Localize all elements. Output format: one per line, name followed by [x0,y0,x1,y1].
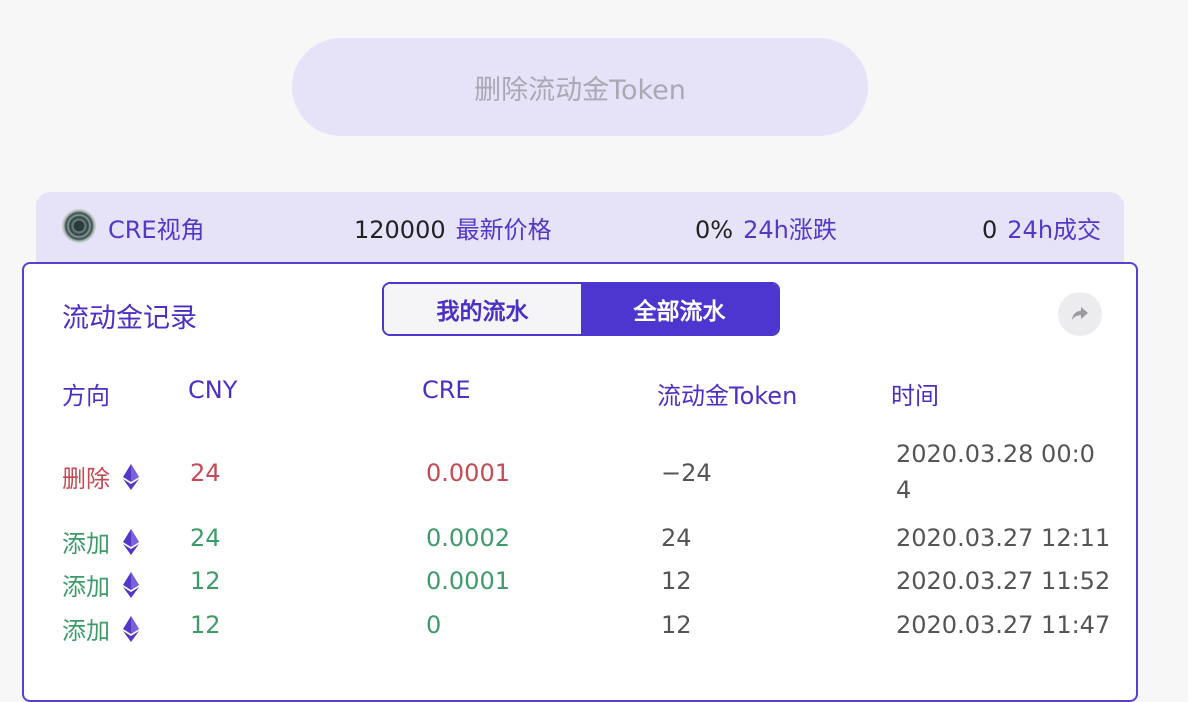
ethereum-icon [123,463,139,490]
column-direction: 方向 [62,382,110,410]
latest-price-value: 120000 [354,216,446,244]
row-token: 12 [661,611,692,639]
ethereum-icon [123,615,139,642]
row-time: 2020.03.27 11:47 [896,611,1111,639]
remove-liquidity-token-button[interactable]: 删除流动金Token [292,38,868,136]
change-24h-label: 24h涨跌 [743,216,837,244]
records-filter-toggle: 我的流水 全部流水 [382,282,780,336]
row-token: 24 [661,524,692,552]
row-cny: 12 [190,611,221,639]
row-cny: 12 [190,567,221,595]
volume-24h-value: 0 [982,216,998,244]
coin-logo [62,209,96,243]
direction-label: 添加 [62,530,110,558]
volume-24h-label: 24h成交 [1007,216,1102,244]
column-time: 时间 [891,382,939,410]
change-24h-value: 0% [695,216,734,244]
card-title: 流动金记录 [62,303,197,334]
market-stats-bar: CRE视角 120000 最新价格 0% 24h涨跌 0 24h成交 [36,192,1124,266]
column-token: 流动金Token [657,382,798,410]
share-arrow-icon [1072,307,1088,320]
column-cny: CNY [188,376,238,404]
change-24h: 0% 24h涨跌 [695,210,837,245]
direction-label: 添加 [62,617,110,645]
table-row-direction: 添加 [62,524,140,559]
row-token: −24 [661,459,712,487]
row-cny: 24 [190,459,221,487]
direction-label: 添加 [62,573,110,601]
share-button[interactable] [1058,292,1102,336]
coin-name[interactable]: CRE视角 [108,210,205,245]
column-cre: CRE [422,376,471,404]
row-cre: 0.0001 [426,459,510,487]
liquidity-records-card: 流动金记录 我的流水 全部流水 方向 CNY CRE 流动金Token 时间 删… [22,262,1138,702]
row-cre: 0.0002 [426,524,510,552]
table-row-direction: 添加 [62,611,140,646]
ethereum-icon [123,571,139,598]
row-time: 2020.03.27 11:52 [896,567,1111,595]
row-cny: 24 [190,524,221,552]
row-cre: 0.0001 [426,567,510,595]
tab-all-records[interactable]: 全部流水 [581,284,778,334]
table-row-direction: 删除 [62,459,140,494]
tab-my-records[interactable]: 我的流水 [384,284,581,334]
row-cre: 0 [426,611,442,639]
latest-price: 120000 最新价格 [354,210,552,245]
volume-24h: 0 24h成交 [982,210,1101,245]
row-time: 2020.03.28 00:04 [896,440,1095,504]
ethereum-icon [123,528,139,555]
row-token: 12 [661,567,692,595]
latest-price-label: 最新价格 [455,216,552,244]
table-row-direction: 添加 [62,567,140,602]
direction-label: 删除 [62,465,110,493]
row-time: 2020.03.27 12:11 [896,524,1111,552]
